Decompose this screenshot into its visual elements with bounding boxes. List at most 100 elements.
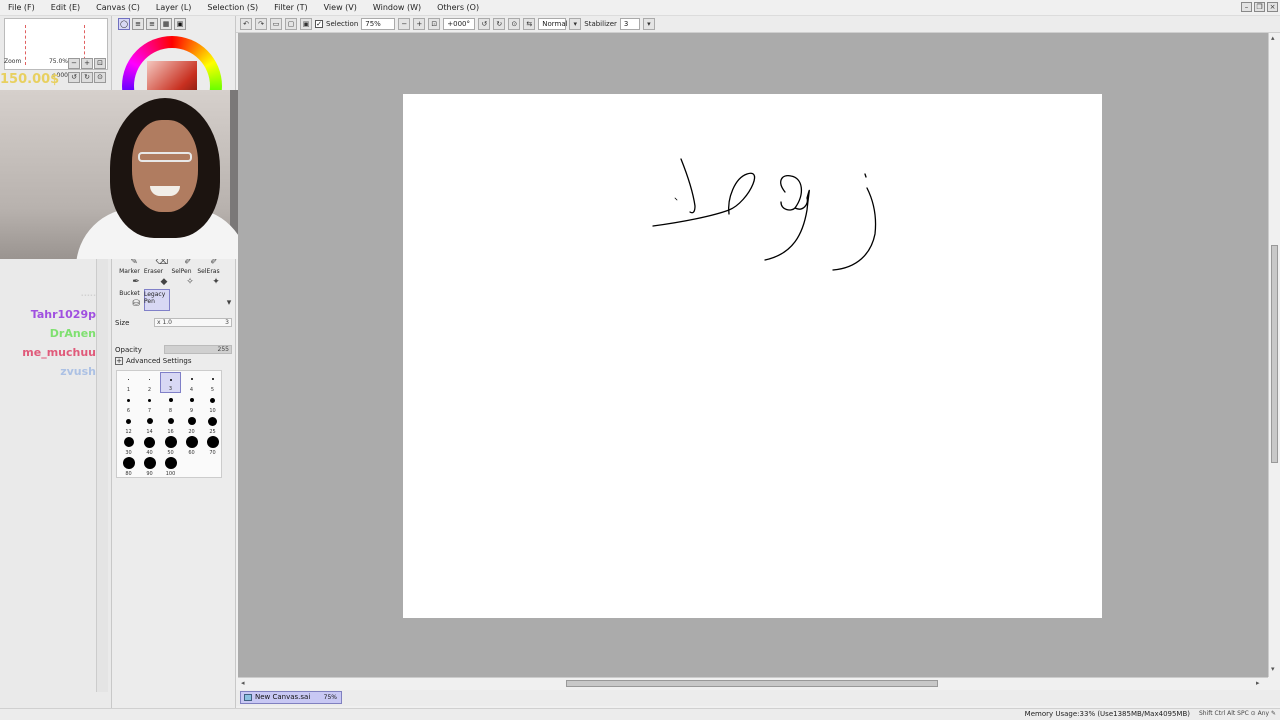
brush-size-cell[interactable]: 70 xyxy=(202,435,223,456)
brush-size-grid: 1 2 3 4 5 6 7 8 9 10 12 14 16 20 25 30 40 50 60 70 80 90 100 xyxy=(116,370,222,478)
blend-mode-select[interactable]: Normal xyxy=(538,18,568,30)
canvas-tab[interactable]: New Canvas.sai 75% xyxy=(240,691,342,704)
brush-size-cell[interactable]: 2 xyxy=(139,372,160,393)
menu-layer[interactable]: Layer (L) xyxy=(148,0,200,16)
scroll-up-icon[interactable]: ▴ xyxy=(1271,34,1275,42)
expand-icon: + xyxy=(115,357,123,365)
flip-icon[interactable]: ⇆ xyxy=(523,18,536,30)
brush-size-cell[interactable]: 25 xyxy=(202,414,223,435)
close-icon[interactable]: × xyxy=(1267,2,1278,12)
brush-size-label: 80 xyxy=(125,471,132,477)
brush-size-cell[interactable]: 20 xyxy=(181,414,202,435)
brush-size-cell[interactable]: 1 xyxy=(118,372,139,393)
horizontal-scrollbar[interactable]: ◂ ▸ xyxy=(238,677,1268,689)
zoom-in-icon[interactable]: + xyxy=(413,18,426,30)
brush-size-cell[interactable]: 5 xyxy=(202,372,223,393)
invert-selection-icon[interactable]: ▢ xyxy=(285,18,297,30)
rgb-slider-icon[interactable]: ≡ xyxy=(132,18,144,30)
brush-size-cell[interactable]: 16 xyxy=(160,414,181,435)
rotation-select[interactable]: +000° xyxy=(443,18,476,30)
water-icon[interactable]: ◆ xyxy=(154,276,174,288)
tool-legacy-pen[interactable]: Legacy Pen xyxy=(144,291,168,305)
rotate-left-icon[interactable]: ↺ xyxy=(478,18,491,30)
vertical-scroll-thumb[interactable] xyxy=(1271,245,1278,463)
selection-checkbox[interactable]: ✓ xyxy=(315,20,323,28)
scroll-down-icon[interactable]: ▾ xyxy=(1271,665,1275,673)
brush-dot-icon xyxy=(122,457,135,469)
swatches-icon[interactable]: ▦ xyxy=(160,18,172,30)
scratchpad-icon[interactable]: ▣ xyxy=(174,18,186,30)
pen-icon[interactable]: ✒ xyxy=(126,276,146,288)
undo-icon[interactable]: ↶ xyxy=(240,18,252,30)
scroll-left-icon[interactable]: ◂ xyxy=(241,679,245,687)
size-slider[interactable]: x 1.0 3 xyxy=(154,318,232,327)
menu-file[interactable]: File (F) xyxy=(0,0,43,16)
zoom-fit-icon[interactable]: ⊡ xyxy=(428,18,441,30)
menu-canvas[interactable]: Canvas (C) xyxy=(88,0,148,16)
brush-size-cell[interactable]: 9 xyxy=(181,393,202,414)
tool-selpen[interactable]: SelPen xyxy=(168,268,195,275)
menu-edit[interactable]: Edit (E) xyxy=(43,0,88,16)
brush-size-cell[interactable]: 50 xyxy=(160,435,181,456)
restore-icon[interactable]: ❐ xyxy=(1254,2,1265,12)
brush-size-cell[interactable]: 12 xyxy=(118,414,139,435)
minimize-icon[interactable]: – xyxy=(1241,2,1252,12)
zoom-buttons: − + ⊡ xyxy=(68,58,106,69)
zoom-in-icon[interactable]: + xyxy=(81,58,93,69)
stabilizer-dropdown-icon[interactable]: ▾ xyxy=(642,18,655,30)
window-controls: – ❐ × xyxy=(1241,2,1278,12)
status-bar: Memory Usage:33% (Use1385MB/Max4095MB) S… xyxy=(0,708,1280,720)
brush-size-cell[interactable]: 10 xyxy=(202,393,223,414)
brush-size-cell[interactable]: 7 xyxy=(139,393,160,414)
rotate-right-icon[interactable]: ↻ xyxy=(493,18,506,30)
color-wheel-icon[interactable]: ◯ xyxy=(118,18,130,30)
binary-icon[interactable]: ✦ xyxy=(206,276,226,288)
brush-size-cell[interactable]: 40 xyxy=(139,435,160,456)
brush-size-cell[interactable]: 3 xyxy=(160,372,181,393)
deselect-icon[interactable]: ▭ xyxy=(270,18,282,30)
menu-window[interactable]: Window (W) xyxy=(365,0,429,16)
chat-faded-line: ····· xyxy=(80,291,96,300)
horizontal-scroll-thumb[interactable] xyxy=(566,680,938,687)
advanced-settings-toggle[interactable]: + Advanced Settings xyxy=(115,357,192,365)
zoom-select[interactable]: 75% xyxy=(361,18,396,30)
redo-icon[interactable]: ↷ xyxy=(255,18,267,30)
chat-username: Tahr1029p xyxy=(30,308,96,321)
brush-size-cell[interactable]: 4 xyxy=(181,372,202,393)
bucket-icon[interactable]: ⛁ xyxy=(126,298,146,310)
brush-size-cell[interactable]: 90 xyxy=(139,456,160,477)
stabilizer-select[interactable]: 3 xyxy=(619,18,640,30)
rotate-reset-icon[interactable]: ⊙ xyxy=(508,18,521,30)
tool-scroll-icon[interactable]: ▾ xyxy=(224,297,234,309)
zoom-out-icon[interactable]: − xyxy=(398,18,411,30)
brush-size-cell[interactable]: 100 xyxy=(160,456,181,477)
menu-others[interactable]: Others (O) xyxy=(429,0,487,16)
canvas-workspace[interactable] xyxy=(238,33,1268,677)
menu-view[interactable]: View (V) xyxy=(316,0,365,16)
tool-bucket[interactable]: Bucket xyxy=(116,290,143,297)
blend-dropdown-icon[interactable]: ▾ xyxy=(569,18,582,30)
brush-size-cell[interactable]: 60 xyxy=(181,435,202,456)
brush-size-cell[interactable]: 30 xyxy=(118,435,139,456)
menu-selection[interactable]: Selection (S) xyxy=(199,0,266,16)
scroll-right-icon[interactable]: ▸ xyxy=(1256,679,1260,687)
brush-size-cell[interactable]: 8 xyxy=(160,393,181,414)
select-all-icon[interactable]: ▣ xyxy=(300,18,312,30)
brush-size-cell[interactable]: 14 xyxy=(139,414,160,435)
tool-marker[interactable]: Marker xyxy=(116,268,143,275)
brush-size-cell[interactable]: 80 xyxy=(118,456,139,477)
brush-size-label: 70 xyxy=(209,450,216,456)
vertical-scrollbar[interactable]: ▴ ▾ xyxy=(1268,33,1280,677)
brush-dot-icon xyxy=(126,418,131,424)
brush-size-cell[interactable]: 6 xyxy=(118,393,139,414)
drawing-canvas[interactable] xyxy=(403,94,1102,618)
brush-size-label: 60 xyxy=(188,450,195,456)
blur-icon[interactable]: ✧ xyxy=(180,276,200,288)
opacity-slider[interactable]: 255 xyxy=(164,345,232,354)
menu-filter[interactable]: Filter (T) xyxy=(266,0,315,16)
tool-seleras[interactable]: SelEras xyxy=(195,268,222,275)
zoom-reset-icon[interactable]: ⊡ xyxy=(94,58,106,69)
zoom-out-icon[interactable]: − xyxy=(68,58,80,69)
tool-eraser[interactable]: Eraser xyxy=(140,268,167,275)
hsv-slider-icon[interactable]: ≡ xyxy=(146,18,158,30)
